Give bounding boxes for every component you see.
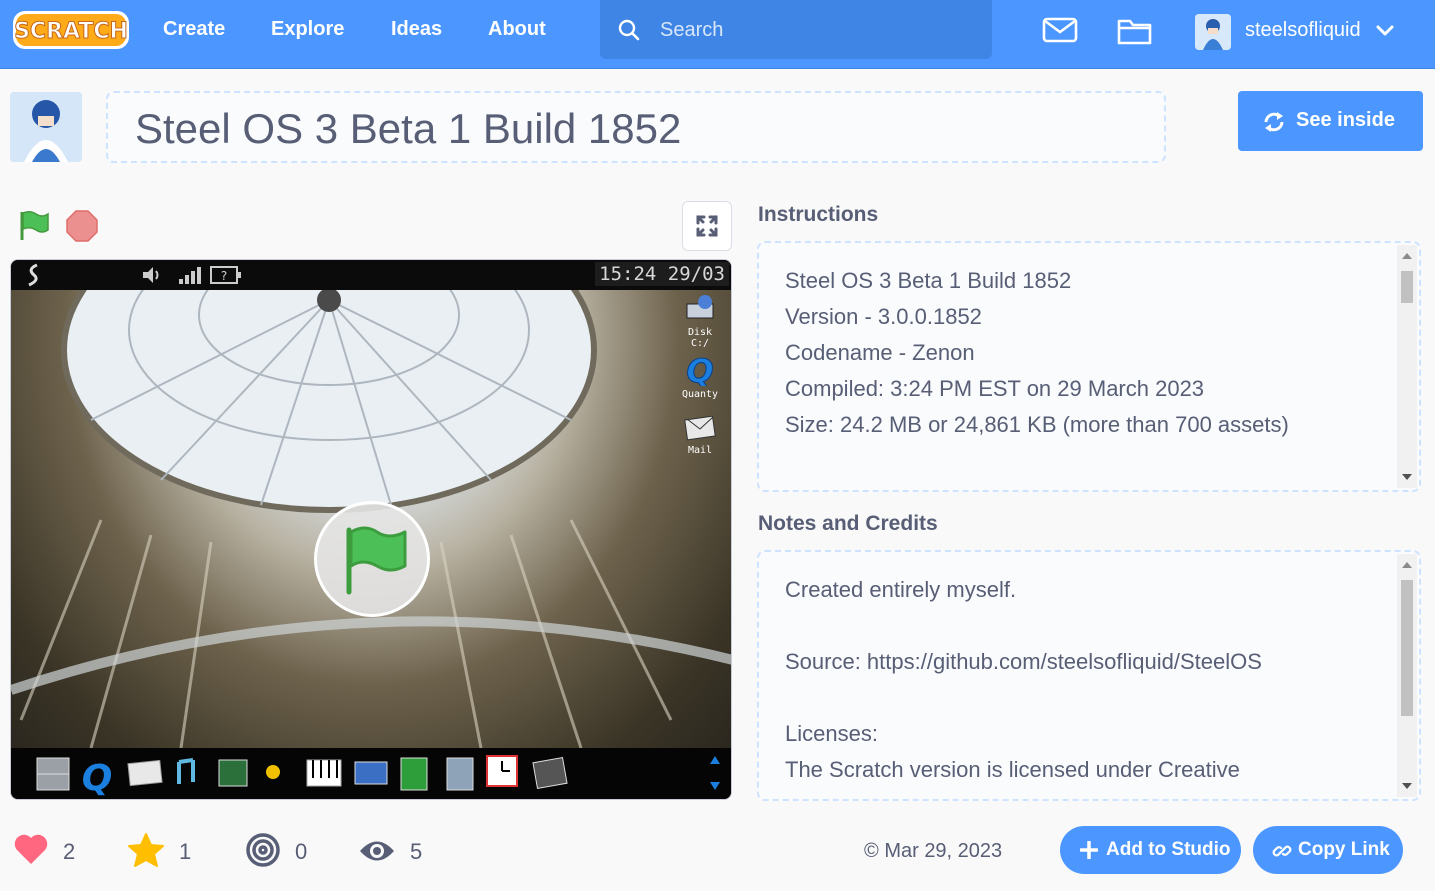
share-date: © Mar 29, 2023: [864, 840, 1002, 863]
favorite-star-icon[interactable]: [127, 832, 165, 873]
os-status-bar: ? 15:24 29/03: [11, 260, 731, 292]
desktop-disk-label: Disk C:/: [687, 327, 713, 349]
link-chain-icon: [1272, 841, 1292, 867]
copy-link-button[interactable]: Copy Link: [1253, 826, 1403, 874]
dock-files-icon: [36, 757, 70, 791]
instructions-line: Codename - Zenon: [785, 340, 975, 365]
add-to-studio-label: Add to Studio: [1106, 839, 1231, 860]
see-inside-button[interactable]: See inside: [1238, 91, 1423, 151]
os-clock: 15:24 29/03: [595, 262, 729, 286]
dock-paint-icon: [354, 761, 388, 785]
os-logo-icon: [23, 263, 43, 292]
favorite-count: 1: [179, 839, 192, 864]
nav-create-link[interactable]: Create: [163, 18, 225, 41]
chevron-down-icon[interactable]: [1376, 24, 1394, 42]
desktop-disk-icon[interactable]: Disk C:/: [679, 294, 721, 349]
fullscreen-button[interactable]: [682, 201, 732, 251]
dock-calculator-icon: [446, 757, 474, 791]
instructions-line: Size: 24.2 MB or 24,861 KB (more than 70…: [785, 412, 1289, 437]
instructions-heading: Instructions: [758, 203, 879, 226]
scroll-down-arrow-icon[interactable]: [1402, 783, 1412, 789]
nav-about-link[interactable]: About: [488, 18, 546, 41]
search-bar: [600, 0, 992, 59]
dock-photos-icon: [218, 759, 248, 787]
search-icon: [618, 19, 640, 46]
svg-text:SCRATCH: SCRATCH: [14, 19, 128, 44]
dock-music-icon: [177, 758, 195, 784]
my-stuff-folder-icon[interactable]: [1117, 15, 1153, 50]
dock-piano-icon: [306, 759, 342, 787]
remix-count: 0: [295, 839, 308, 864]
dock-search-icon: [266, 765, 280, 779]
dock-quanty-icon: Q: [82, 758, 113, 799]
notes-line: Source: https://github.com/steelsofliqui…: [785, 649, 1262, 674]
remix-arrows-icon: [1262, 111, 1286, 139]
notes-textarea[interactable]: Created entirely myself. Source: https:/…: [757, 550, 1421, 801]
project-author-avatar[interactable]: [10, 92, 82, 162]
desktop-wallpaper: Disk C:/ Q Quanty Mail: [11, 290, 731, 748]
love-count: 2: [63, 839, 76, 864]
notes-scroll-thumb[interactable]: [1401, 580, 1413, 716]
project-title-field[interactable]: Steel OS 3 Beta 1 Build 1852: [106, 91, 1166, 163]
remix-spiral-icon: [245, 832, 281, 873]
signal-icon: [178, 266, 202, 289]
notes-line: Licenses:: [785, 721, 878, 746]
notes-line: The Scratch version is licensed under Cr…: [785, 757, 1240, 782]
instructions-scrollbar[interactable]: [1397, 245, 1417, 488]
notes-scrollbar[interactable]: [1397, 554, 1417, 797]
copyright-icon: ©: [864, 840, 879, 862]
instructions-line: Steel OS 3 Beta 1 Build 1852: [785, 268, 1072, 293]
scroll-up-arrow-icon[interactable]: [1402, 562, 1412, 568]
scroll-down-arrow-icon[interactable]: [1402, 474, 1412, 480]
plus-icon: [1079, 840, 1099, 865]
nav-explore-link[interactable]: Explore: [271, 18, 344, 41]
nav-ideas-link[interactable]: Ideas: [391, 18, 442, 41]
add-to-studio-button[interactable]: Add to Studio: [1060, 826, 1241, 874]
top-navbar: SCRATCH Create Explore Ideas About steel…: [0, 0, 1435, 69]
instructions-scroll-thumb[interactable]: [1401, 271, 1413, 303]
svg-text:?: ?: [221, 269, 227, 283]
notes-heading: Notes and Credits: [758, 512, 938, 535]
instructions-line: Compiled: 3:24 PM EST on 29 March 2023: [785, 376, 1205, 401]
see-inside-label: See inside: [1296, 109, 1395, 131]
user-avatar[interactable]: [1195, 14, 1231, 50]
dock-notes-icon: [400, 757, 428, 791]
search-input[interactable]: [658, 14, 982, 46]
green-flag-button[interactable]: [18, 210, 50, 247]
green-flag-icon: [346, 526, 407, 595]
os-dock: Q: [11, 748, 731, 799]
battery-icon: ?: [210, 266, 242, 289]
desktop-mail-icon[interactable]: Mail: [679, 414, 721, 456]
fullscreen-icon: [696, 215, 718, 237]
desktop-mail-label: Mail: [687, 445, 713, 456]
share-date-value: Mar 29, 2023: [884, 840, 1003, 862]
dock-scroll-arrows-icon: [710, 756, 720, 790]
desktop-quanty-icon[interactable]: Q Quanty: [679, 352, 721, 401]
svg-text:Q: Q: [686, 354, 713, 386]
project-stage[interactable]: ? 15:24 29/03 Disk C:/ Q Quanty Mail Q: [10, 259, 732, 800]
dock-settings-icon: [532, 757, 568, 789]
dock-mail-icon: [127, 759, 163, 787]
scroll-up-arrow-icon[interactable]: [1402, 253, 1412, 259]
notes-line: Created entirely myself.: [785, 577, 1017, 602]
stop-button[interactable]: [66, 210, 98, 247]
start-project-overlay-button[interactable]: [314, 501, 430, 617]
views-count: 5: [410, 839, 423, 864]
volume-icon: [141, 266, 163, 289]
copy-link-label: Copy Link: [1298, 839, 1390, 860]
username-label[interactable]: steelsofliquid: [1245, 19, 1361, 42]
scratch-logo[interactable]: SCRATCH: [12, 9, 130, 51]
desktop-quanty-label: Quanty: [681, 389, 719, 400]
views-eye-icon: [358, 838, 396, 869]
dock-clock-icon: [486, 755, 518, 787]
love-heart-icon[interactable]: [13, 832, 49, 871]
instructions-line: Version - 3.0.0.1852: [785, 304, 982, 329]
project-title: Steel OS 3 Beta 1 Build 1852: [135, 105, 682, 152]
instructions-textarea[interactable]: Steel OS 3 Beta 1 Build 1852 Version - 3…: [757, 241, 1421, 492]
messages-mail-icon[interactable]: [1042, 17, 1078, 48]
